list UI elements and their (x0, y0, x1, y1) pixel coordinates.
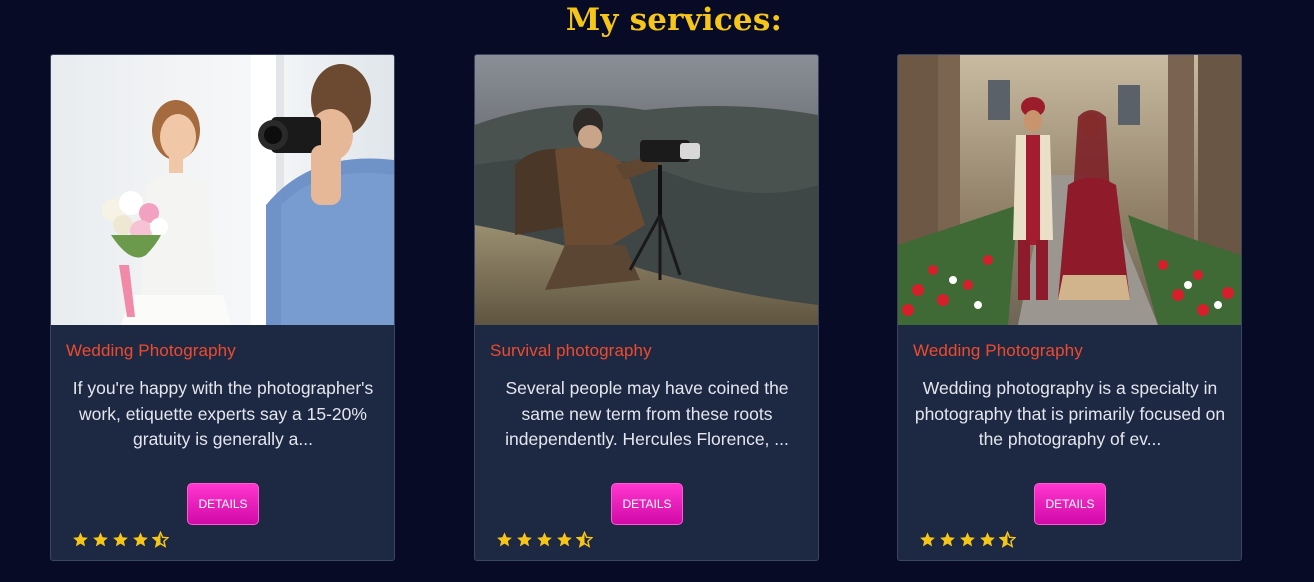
details-button[interactable]: DETAILS (611, 483, 683, 525)
star-half-icon (152, 531, 169, 548)
star-half-icon (576, 531, 593, 548)
star-full-icon (497, 532, 512, 547)
card-title: Wedding Photography (913, 341, 1083, 360)
service-card: Survival photography Several people may … (474, 54, 819, 561)
card-description: Wedding photography is a specialty in ph… (914, 378, 1226, 449)
star-full-icon (133, 532, 148, 547)
card-title: Survival photography (490, 341, 652, 360)
star-full-icon (557, 532, 572, 547)
photographer-on-mountain-photo (475, 55, 818, 325)
star-full-icon (73, 532, 88, 547)
card-description: Several people may have coined the same … (505, 378, 789, 449)
details-button[interactable]: DETAILS (1034, 483, 1106, 525)
card-title: Wedding Photography (66, 341, 236, 360)
wedding-couple-walking-photo (898, 55, 1241, 325)
star-full-icon (920, 532, 935, 547)
star-full-icon (517, 532, 532, 547)
star-full-icon (980, 532, 995, 547)
service-card: Wedding Photography Wedding photography … (897, 54, 1242, 561)
star-rating (919, 531, 1016, 549)
star-full-icon (940, 532, 955, 547)
star-full-icon (537, 532, 552, 547)
star-rating (496, 531, 593, 549)
photographer-shooting-bride-photo (51, 55, 394, 325)
card-description: If you're happy with the photographer's … (72, 378, 374, 449)
star-full-icon (93, 532, 108, 547)
details-button[interactable]: DETAILS (187, 483, 259, 525)
page-title: My services: (565, 2, 783, 38)
star-full-icon (113, 532, 128, 547)
service-card: Wedding Photography If you're happy with… (50, 54, 395, 561)
star-rating (72, 531, 169, 549)
star-full-icon (960, 532, 975, 547)
star-half-icon (999, 531, 1016, 548)
